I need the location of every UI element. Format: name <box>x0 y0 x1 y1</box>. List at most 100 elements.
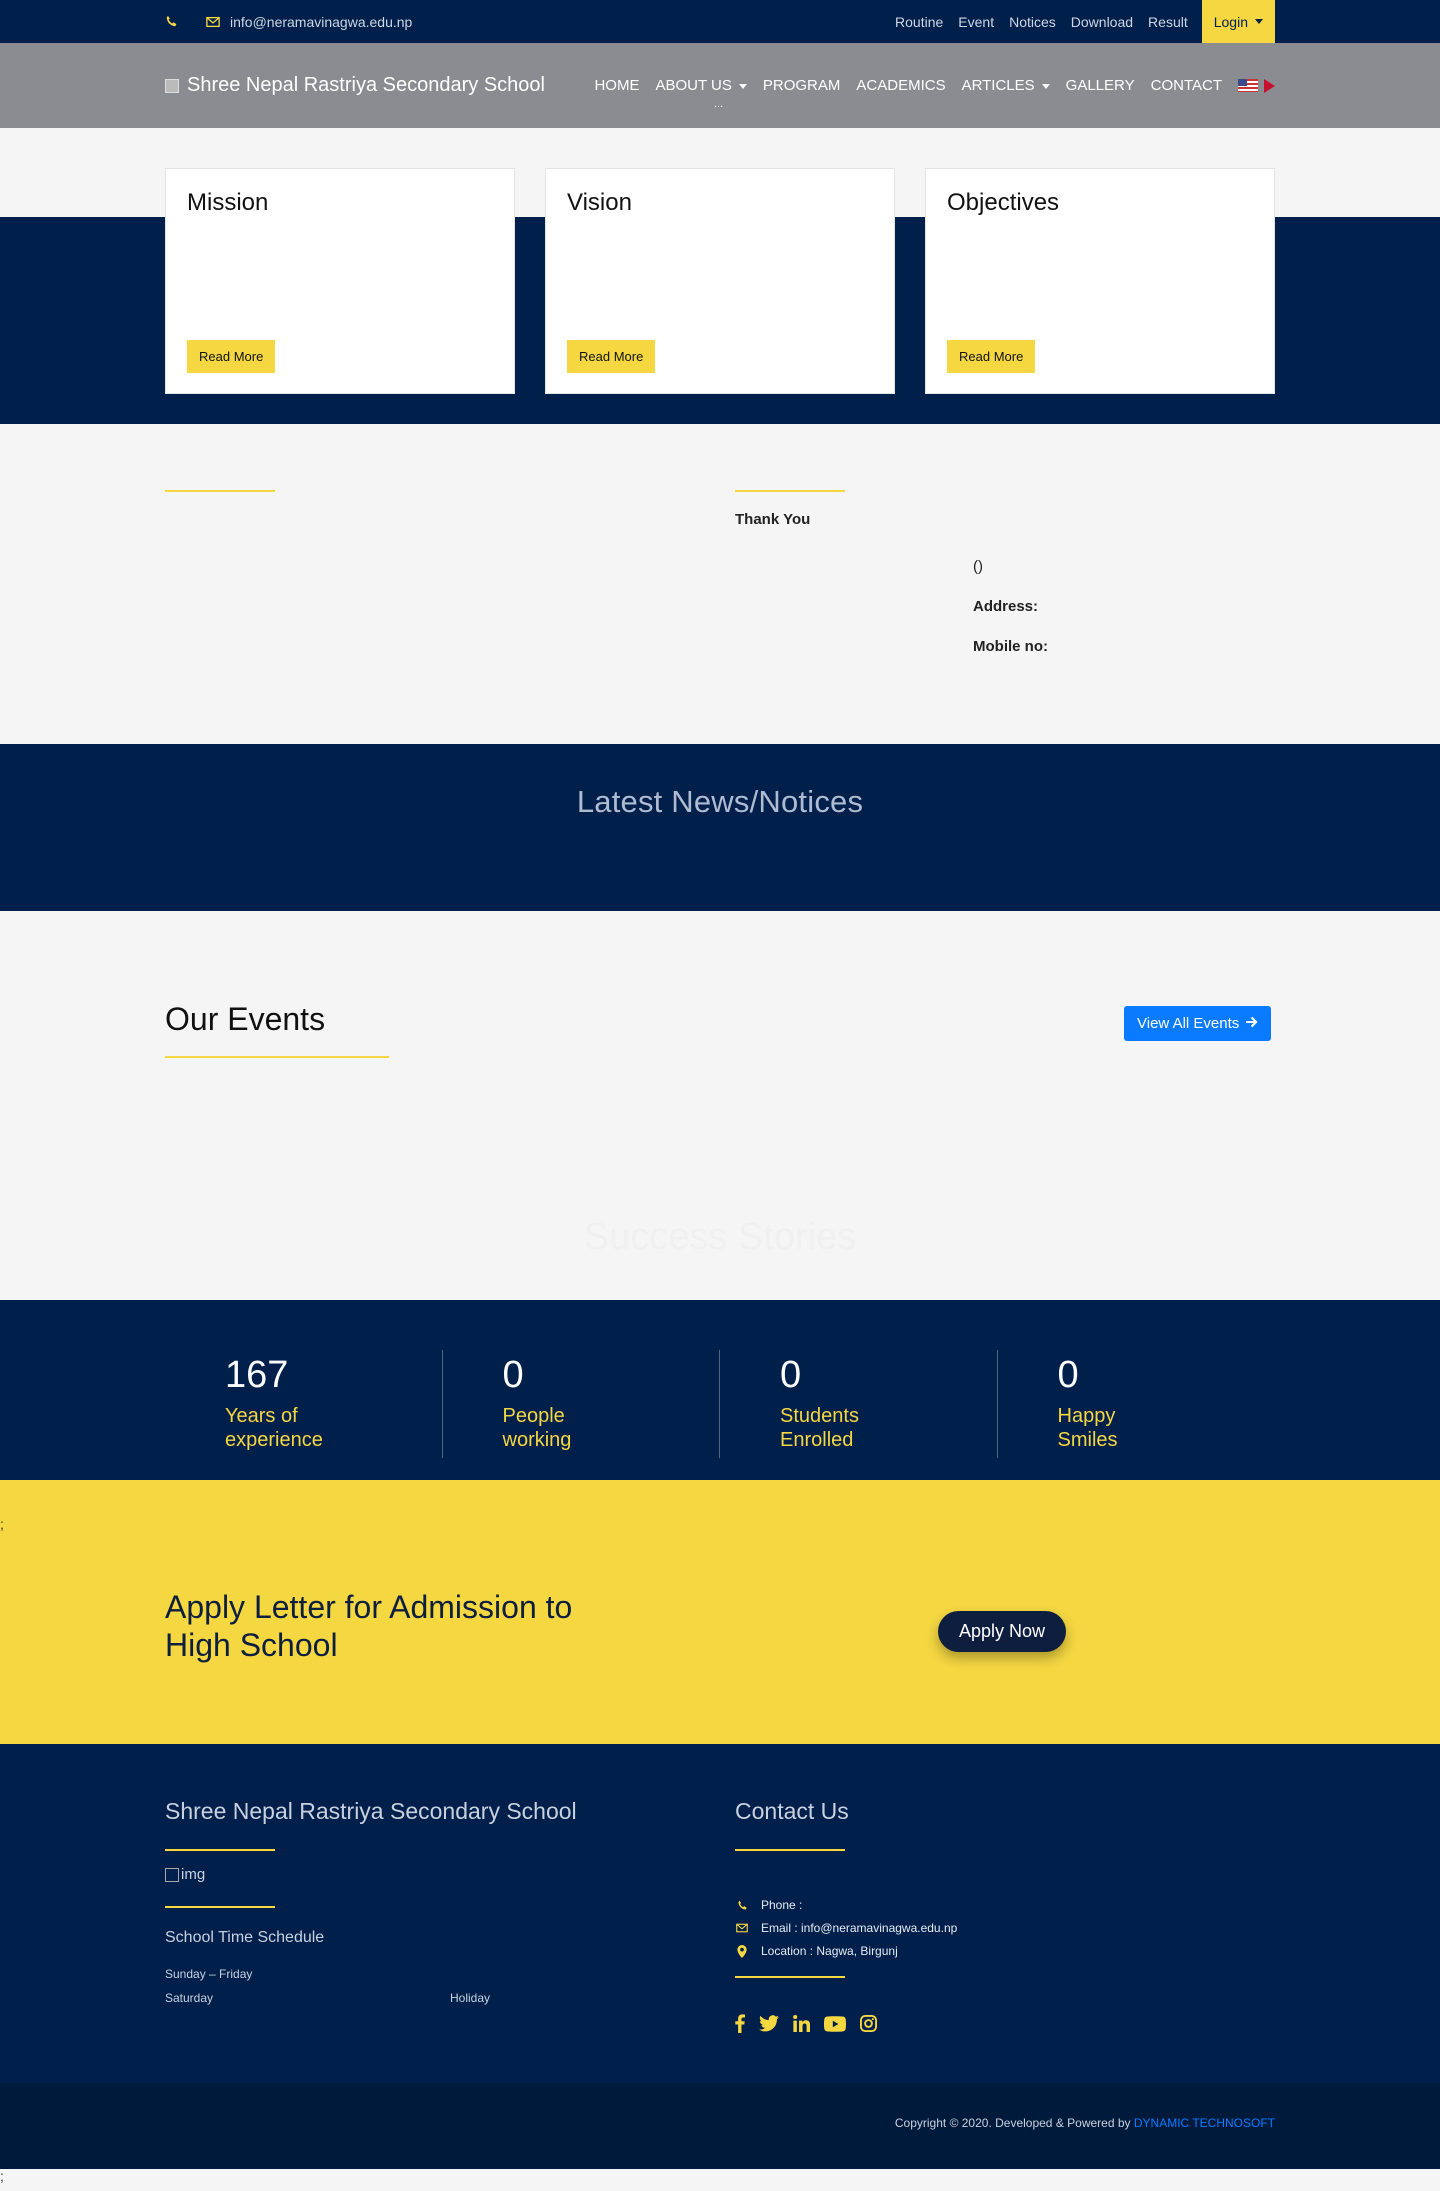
divider-line <box>165 1056 389 1058</box>
stat-value: 0 <box>780 1354 802 1396</box>
footer: Shree Nepal Rastriya Secondary School im… <box>0 1744 1440 2083</box>
contact-location: Location : Nagwa, Birgunj <box>735 1944 898 1958</box>
events-section: Our Events View All Events Success Stori… <box>0 911 1440 1300</box>
vision-card: Vision Read More <box>545 168 895 394</box>
topbar-email[interactable]: info@neramavinagwa.edu.np <box>230 14 412 30</box>
contact-email: Email : info@neramavinagwa.edu.np <box>735 1921 957 1935</box>
thank-you-text: Thank You <box>735 511 811 528</box>
img-alt-text: img <box>181 1866 206 1883</box>
copyright-label: Copyright © 2020. Developed & Powered by <box>894 2116 1131 2130</box>
apply-section: ; Apply Letter for Admission to High Sch… <box>0 1480 1440 1744</box>
us-flag-icon[interactable] <box>1238 79 1258 92</box>
stat-value: 0 <box>502 1354 524 1396</box>
youtube-icon[interactable] <box>824 2015 846 2032</box>
nav-overflow-dots: ... <box>714 98 724 110</box>
twitter-icon[interactable] <box>759 2015 779 2032</box>
nav-item-contact[interactable]: CONTACT <box>1151 77 1222 94</box>
schedule-title: School Time Schedule <box>165 1929 325 1946</box>
apply-title: Apply Letter for Admission to High Schoo… <box>165 1589 573 1664</box>
developer-link[interactable]: DYNAMIC TECHNOSOFT <box>1134 2116 1275 2130</box>
card-title: Mission <box>187 189 269 216</box>
brand-link[interactable]: Shree Nepal Rastriya Secondary School <box>165 74 545 97</box>
login-dropdown-button[interactable]: Login <box>1201 0 1275 43</box>
stat-value: 0 <box>1057 1354 1079 1396</box>
nav-item-program[interactable]: PROGRAM <box>763 77 841 94</box>
stray-semicolon: ; <box>0 1516 4 1532</box>
nav-item-articles[interactable]: ARTICLES <box>962 77 1050 94</box>
topbar-link-download[interactable]: Download <box>1071 14 1133 30</box>
divider-line <box>735 1976 845 1978</box>
broken-image-icon <box>165 1867 179 1882</box>
phone-icon <box>735 1900 749 1911</box>
read-more-button[interactable]: Read More <box>947 340 1036 373</box>
divider-line <box>165 1906 275 1908</box>
stat-label: Years of <box>225 1405 298 1427</box>
nav-item-about-us[interactable]: ABOUT US <box>655 77 747 94</box>
copyright-bar: Copyright © 2020. Developed & Powered by… <box>0 2083 1440 2169</box>
stat-students: 0 Students Enrolled <box>720 1350 998 1458</box>
stat-label: Happy <box>1057 1405 1116 1427</box>
nav-item-home[interactable]: HOME <box>594 77 639 94</box>
nepal-flag-icon[interactable] <box>1264 78 1275 93</box>
stat-smiles: 0 Happy Smiles <box>998 1350 1275 1458</box>
login-label: Login <box>1213 13 1248 30</box>
apply-now-button[interactable]: Apply Now <box>938 1611 1067 1652</box>
arrow-right-icon <box>1245 1015 1258 1032</box>
person-name: () <box>973 558 983 575</box>
stat-people: 0 People working <box>443 1350 721 1458</box>
stat-label: People <box>502 1405 565 1427</box>
main-navbar: Shree Nepal Rastriya Secondary School HO… <box>0 43 1440 128</box>
contact-phone: Phone : <box>735 1898 802 1912</box>
message-section: Thank You () Address: Mobile no: <box>0 424 1440 744</box>
mobile-label: Mobile no: <box>973 638 1048 655</box>
linkedin-icon[interactable] <box>793 2015 810 2032</box>
stats-section: 167 Years of experience 0 People working 0… <box>0 1300 1440 1480</box>
topbar-link-notices[interactable]: Notices <box>1009 14 1056 30</box>
facebook-icon[interactable] <box>735 2014 745 2033</box>
divider-line <box>165 1849 275 1851</box>
stat-label: Smiles <box>1057 1429 1118 1451</box>
nav-item-gallery[interactable]: GALLERY <box>1066 77 1135 94</box>
nav-item-articles-label: ARTICLES <box>961 77 1035 94</box>
read-more-button[interactable]: Read More <box>567 340 656 373</box>
brand-name: Shree Nepal Rastriya Secondary School <box>187 74 545 96</box>
contact-title: Contact Us <box>735 1798 849 1824</box>
footer-image: img <box>165 1866 205 1883</box>
objectives-card: Objectives Read More <box>925 168 1275 394</box>
contact-phone-text: Phone : <box>761 1898 803 1912</box>
map-marker-icon <box>735 1944 749 1958</box>
divider-line <box>735 1849 845 1851</box>
schedule-weekdays: Sunday – Friday <box>165 1967 253 1981</box>
stray-semicolon: ; <box>0 2168 4 2184</box>
envelope-icon <box>735 1923 749 1933</box>
success-stories-title: Success Stories <box>583 1216 857 1258</box>
nav-menu: HOME ABOUT US PROGRAM ACADEMICS ARTICLES… <box>594 77 1275 94</box>
view-all-events-button[interactable]: View All Events <box>1124 1006 1272 1041</box>
news-section: Latest News/Notices <box>0 744 1440 911</box>
footer-school-name: Shree Nepal Rastriya Secondary School <box>165 1798 577 1824</box>
address-label: Address: <box>973 598 1039 615</box>
chevron-down-icon <box>1255 19 1263 24</box>
chevron-down-icon <box>1041 83 1050 89</box>
contact-location-text: Location : Nagwa, Birgunj <box>761 1944 898 1958</box>
nav-item-about-label: ABOUT US <box>655 77 732 94</box>
copyright-text: Copyright © 2020. Developed & Powered by… <box>895 2116 1275 2130</box>
schedule-saturday: Saturday <box>165 1991 214 2005</box>
topbar-link-event[interactable]: Event <box>958 14 994 30</box>
read-more-button[interactable]: Read More <box>187 340 276 373</box>
stat-label: Enrolled <box>780 1429 854 1451</box>
stat-label: Students <box>780 1405 859 1427</box>
view-all-label: View All Events <box>1137 1015 1240 1032</box>
top-bar: info@neramavinagwa.edu.np Routine Event … <box>0 0 1440 43</box>
topbar-link-routine[interactable]: Routine <box>895 14 943 30</box>
divider-line <box>165 490 275 492</box>
stat-value: 167 <box>225 1354 289 1396</box>
envelope-icon <box>206 16 220 28</box>
contact-email-text[interactable]: Email : info@neramavinagwa.edu.np <box>761 1921 957 1935</box>
topbar-link-result[interactable]: Result <box>1148 14 1188 30</box>
instagram-icon[interactable] <box>860 2015 877 2032</box>
mission-card: Mission Read More <box>165 168 515 394</box>
nav-item-academics[interactable]: ACADEMICS <box>856 77 945 94</box>
stat-years: 167 Years of experience <box>165 1350 443 1458</box>
stat-label: working <box>502 1429 572 1451</box>
